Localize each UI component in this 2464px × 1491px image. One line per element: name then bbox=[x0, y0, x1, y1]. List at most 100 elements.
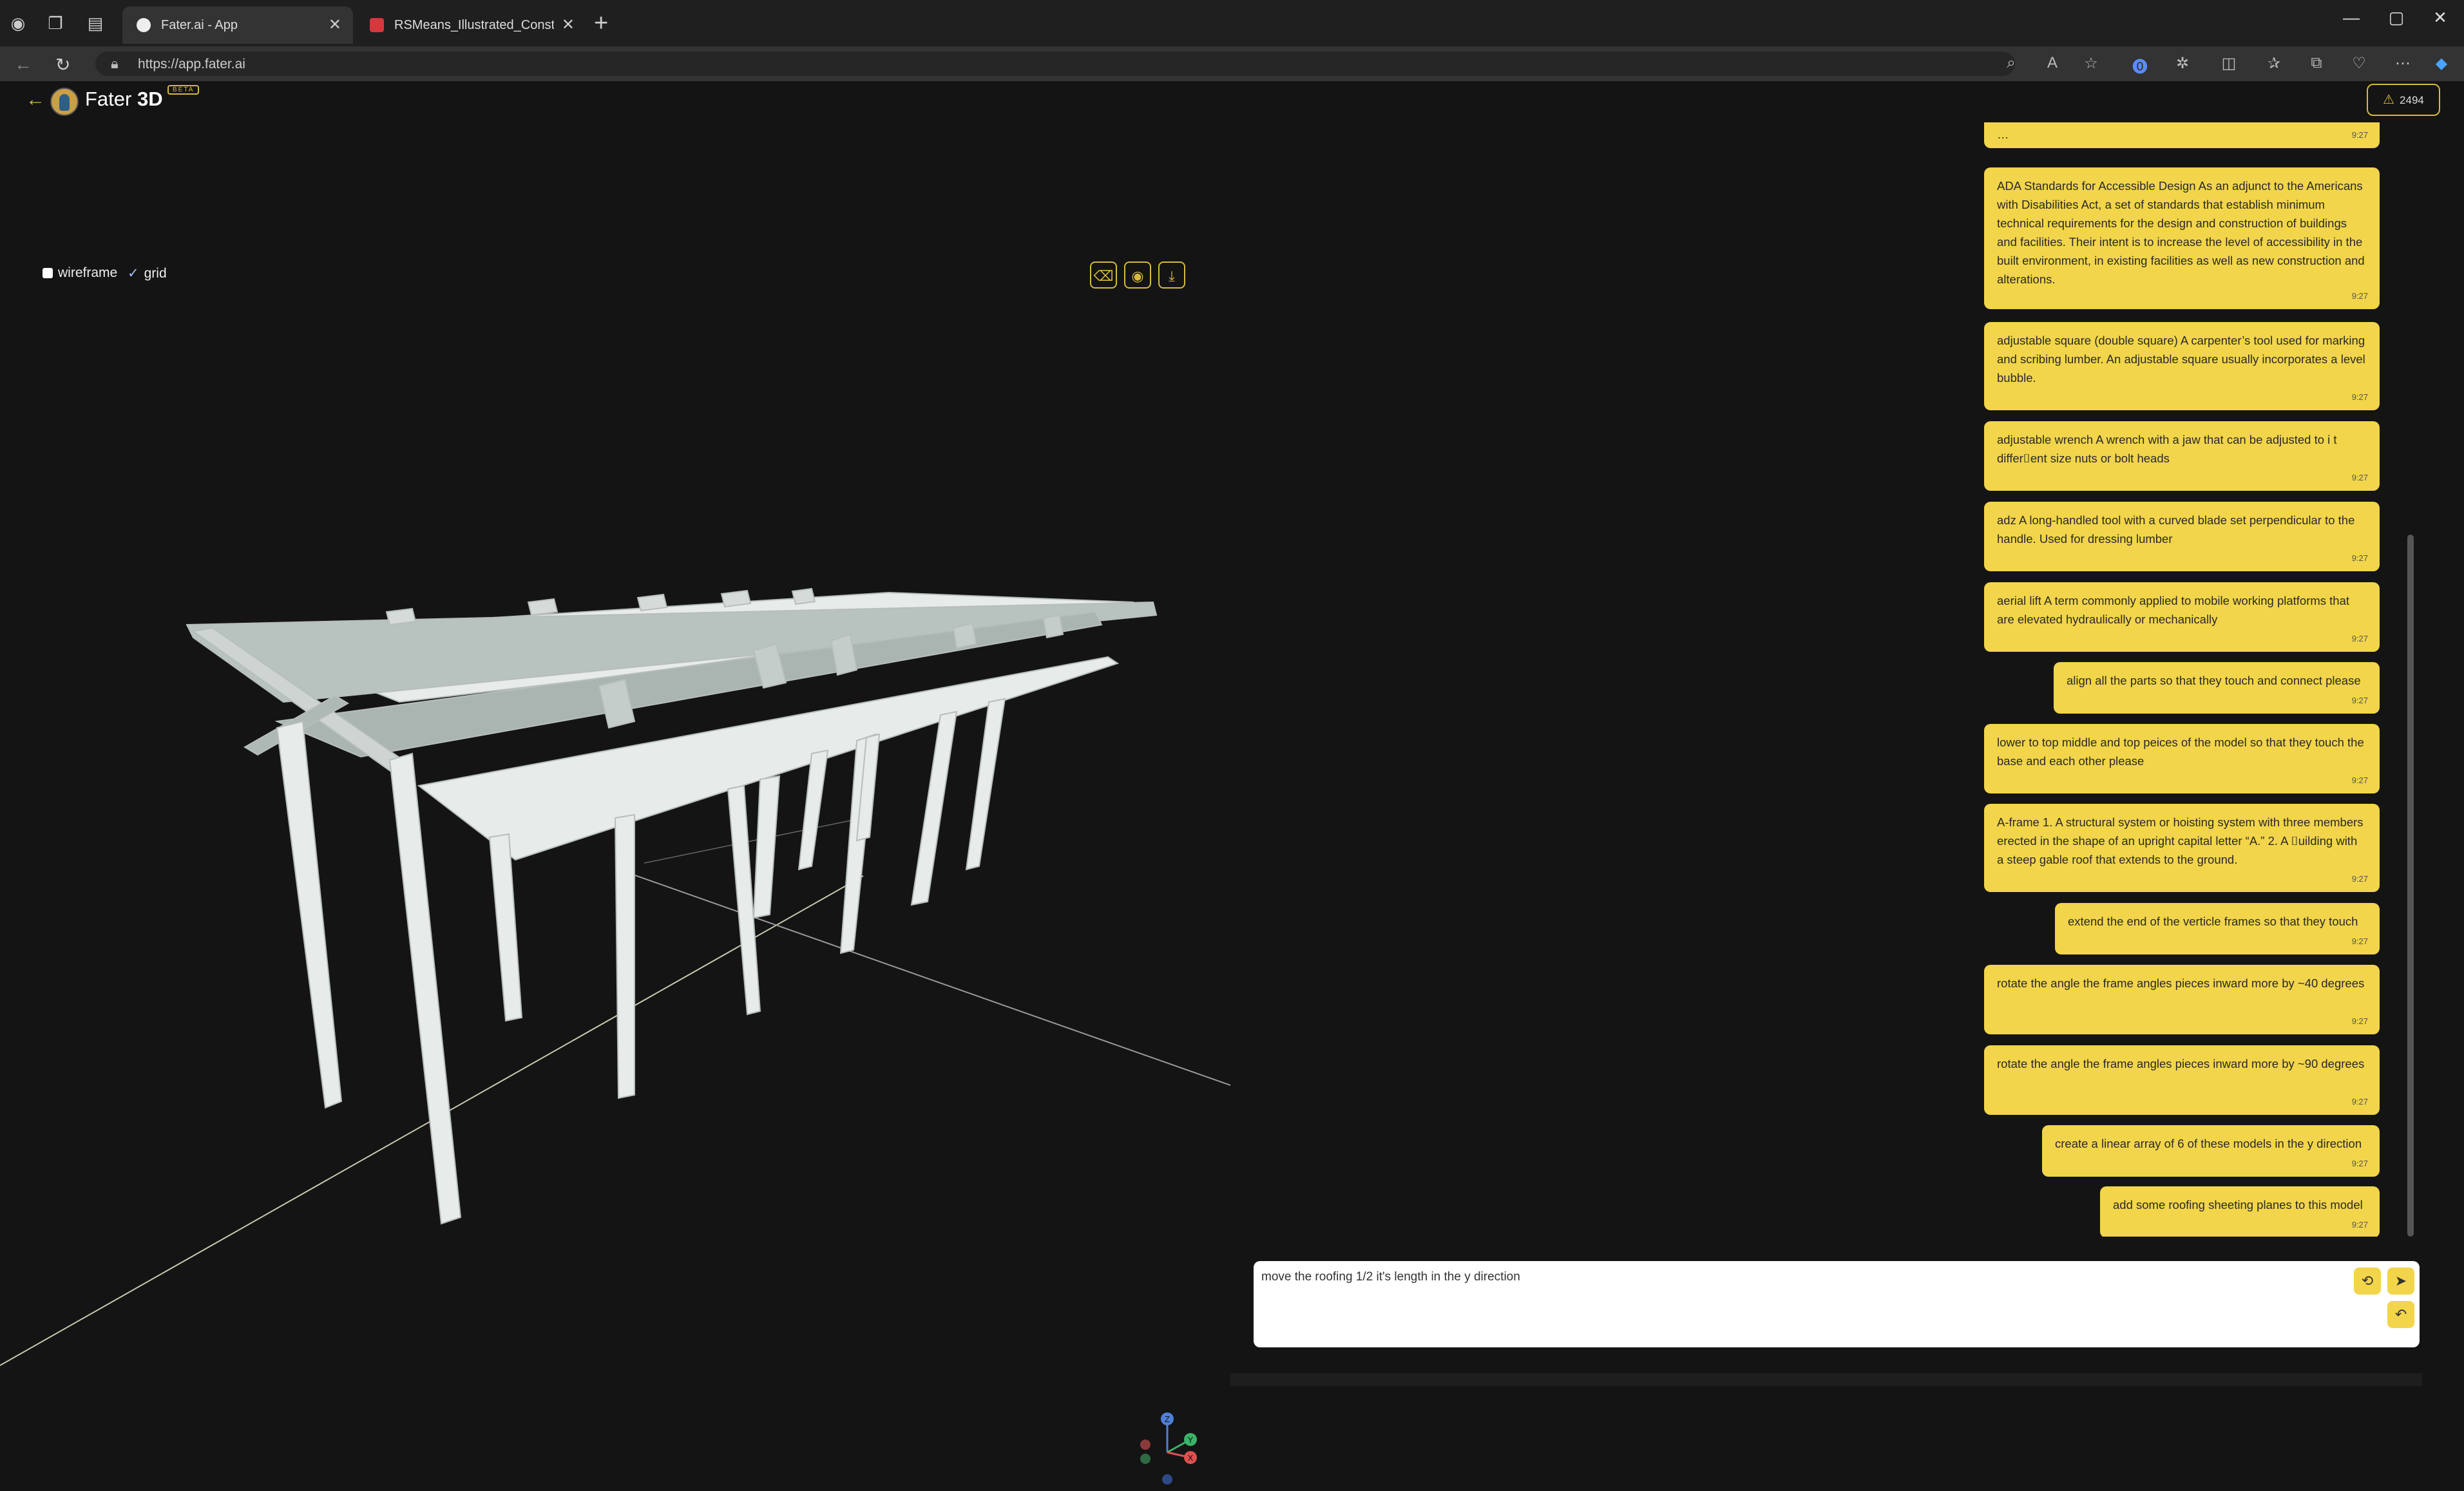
extensions-icon[interactable]: ✲ bbox=[2172, 54, 2193, 73]
url-field[interactable]: 🔒︎ https://app.fater.ai bbox=[95, 52, 2015, 76]
message-text: align all the parts so that they touch a… bbox=[2067, 674, 2361, 687]
credits-button[interactable]: ⚠ 2494 bbox=[2367, 84, 2440, 116]
post bbox=[388, 752, 462, 1225]
tab-rsmeans[interactable]: RSMeans_Illustrated_Constructio ✕ bbox=[356, 6, 586, 44]
fater-favicon-icon bbox=[137, 18, 151, 32]
warning-icon: ⚠ bbox=[2383, 93, 2395, 107]
message-time: 9:27 bbox=[2351, 130, 2368, 140]
ridge-block bbox=[952, 622, 977, 649]
message-time: 9:27 bbox=[2351, 1220, 2368, 1230]
wireframe-toggle[interactable]: wireframe bbox=[43, 265, 117, 281]
prompt-input-text[interactable]: move the roofing 1/2 it's length in the … bbox=[1261, 1270, 1520, 1284]
pergola-model[interactable] bbox=[186, 587, 1158, 1225]
beta-badge: BETA bbox=[167, 85, 200, 95]
pdf-favicon-icon bbox=[370, 18, 384, 32]
post bbox=[910, 710, 958, 906]
chat-message: align all the parts so that they touch a… bbox=[2054, 662, 2380, 714]
axis-gizmo[interactable]: Z Y X bbox=[1134, 1407, 1205, 1491]
eraser-button[interactable]: ⌫ bbox=[1090, 261, 1117, 289]
undo-button[interactable]: ↶ bbox=[2387, 1301, 2414, 1328]
rafter bbox=[385, 607, 417, 626]
message-time: 9:27 bbox=[2351, 291, 2368, 301]
post bbox=[276, 720, 343, 1109]
message-text: create a linear array of 6 of these mode… bbox=[2055, 1137, 2362, 1150]
chat-message: adjustable wrench A wrench with a jaw th… bbox=[1984, 421, 2380, 491]
collections-icon[interactable]: ⧉ bbox=[2306, 54, 2327, 72]
chat-message: A-frame 1. A structural system or hoisti… bbox=[1984, 804, 2380, 892]
back-nav-icon[interactable]: ← bbox=[14, 54, 32, 75]
message-text: add some roofing sheeting planes to this… bbox=[2113, 1198, 2363, 1211]
copilot-icon[interactable]: ◆ bbox=[2431, 54, 2452, 73]
tab-fater-app[interactable]: Fater.ai - App ✕ bbox=[122, 6, 353, 44]
rafter bbox=[791, 587, 816, 605]
refresh-icon: ⟲ bbox=[2361, 1273, 2374, 1289]
message-time: 9:27 bbox=[2351, 392, 2368, 402]
send-button[interactable]: ➤ bbox=[2387, 1268, 2414, 1295]
favorite-star-icon[interactable]: ☆ bbox=[2081, 54, 2101, 73]
scene-canvas[interactable] bbox=[0, 122, 1231, 1385]
prompt-input[interactable]: move the roofing 1/2 it's length in the … bbox=[1254, 1261, 2420, 1347]
profile-icon[interactable]: ◉ bbox=[8, 13, 28, 33]
password-manager-icon[interactable]: ⓿ bbox=[2130, 54, 2150, 77]
chat-message-list[interactable]: … 9:27 ADA Standards for Accessible Desi… bbox=[1984, 122, 2383, 1237]
neg-x-handle[interactable] bbox=[1140, 1439, 1151, 1450]
y-axis-label: Y bbox=[1188, 1435, 1194, 1445]
wireframe-checkbox[interactable] bbox=[43, 268, 53, 278]
post bbox=[797, 749, 829, 871]
back-arrow-icon[interactable]: ← bbox=[26, 89, 45, 111]
wireframe-label: wireframe bbox=[58, 265, 118, 280]
neg-y-handle[interactable] bbox=[1140, 1454, 1151, 1464]
message-time: 9:27 bbox=[2351, 775, 2368, 785]
download-button[interactable]: ⤓ bbox=[1158, 261, 1185, 289]
3d-viewport[interactable]: wireframe ✓ grid ⌫ ◉ ⤓ Z Y X bbox=[0, 122, 1231, 1485]
lock-icon: 🔒︎ bbox=[111, 55, 119, 71]
brand-title: Fater 3D bbox=[85, 88, 163, 111]
refresh-button[interactable]: ⟲ bbox=[2354, 1268, 2381, 1295]
browser-tab-bar: ◉ ❐ ▤ Fater.ai - App ✕ RSMeans_Illustrat… bbox=[0, 0, 2464, 46]
workspaces-icon[interactable]: ❐ bbox=[45, 13, 66, 33]
grid-toggle[interactable]: ✓ grid bbox=[128, 265, 167, 281]
read-aloud-icon[interactable]: A bbox=[2042, 54, 2063, 72]
message-time: 9:27 bbox=[2351, 696, 2368, 705]
message-text: lower to top middle and top peices of th… bbox=[1997, 736, 2364, 768]
neg-z-handle[interactable] bbox=[1162, 1474, 1172, 1485]
message-text: rotate the angle the frame angles pieces… bbox=[1997, 1057, 2365, 1070]
eraser-icon: ⌫ bbox=[1093, 268, 1114, 284]
close-tab-icon[interactable]: ✕ bbox=[329, 6, 341, 44]
maximize-icon[interactable]: ▢ bbox=[2377, 8, 2416, 28]
rafter bbox=[720, 589, 752, 608]
grid-line bbox=[644, 817, 864, 864]
rafter bbox=[527, 598, 559, 616]
message-text: rotate the angle the frame angles pieces… bbox=[1997, 976, 2365, 990]
tab-actions-icon[interactable]: ▤ bbox=[85, 13, 106, 33]
chat-message: extend the end of the verticle frames so… bbox=[2055, 903, 2380, 954]
chat-scrollbar-thumb[interactable] bbox=[2407, 535, 2414, 1237]
screenshot-button[interactable]: ◉ bbox=[1124, 261, 1151, 289]
message-time: 9:27 bbox=[2351, 874, 2368, 884]
chat-message: create a linear array of 6 of these mode… bbox=[2042, 1125, 2380, 1177]
zoom-icon[interactable]: ⌕ bbox=[2001, 54, 2021, 72]
close-tab-icon[interactable]: ✕ bbox=[562, 6, 575, 44]
reload-icon[interactable]: ↻ bbox=[55, 54, 70, 75]
credits-count: 2494 bbox=[2400, 94, 2424, 106]
more-menu-icon[interactable]: ⋯ bbox=[2392, 54, 2413, 73]
chat-message: rotate the angle the frame angles pieces… bbox=[1984, 965, 2380, 1034]
split-screen-icon[interactable]: ◫ bbox=[2219, 54, 2239, 73]
post bbox=[752, 775, 781, 919]
message-text: ADA Standards for Accessible Design As a… bbox=[1997, 179, 2365, 286]
post bbox=[488, 833, 523, 1022]
horizontal-scrollbar[interactable] bbox=[1230, 1373, 2422, 1386]
chat-message: lower to top middle and top peices of th… bbox=[1984, 724, 2380, 793]
favorites-icon[interactable]: ✰ bbox=[2264, 54, 2284, 73]
browser-essentials-icon[interactable]: ♡ bbox=[2349, 54, 2369, 73]
message-time: 9:27 bbox=[2351, 1097, 2368, 1106]
camera-icon: ◉ bbox=[1131, 268, 1144, 284]
grid-check-icon[interactable]: ✓ bbox=[128, 266, 139, 281]
chat-message: adjustable square (double square) A carp… bbox=[1984, 322, 2380, 410]
minimize-icon[interactable]: — bbox=[2332, 8, 2371, 28]
close-window-icon[interactable]: ✕ bbox=[2421, 8, 2459, 28]
message-text: … bbox=[1997, 128, 2009, 141]
chat-message: add some roofing sheeting planes to this… bbox=[2100, 1186, 2380, 1237]
brand-avatar bbox=[50, 88, 79, 116]
new-tab-icon[interactable]: + bbox=[594, 11, 608, 35]
